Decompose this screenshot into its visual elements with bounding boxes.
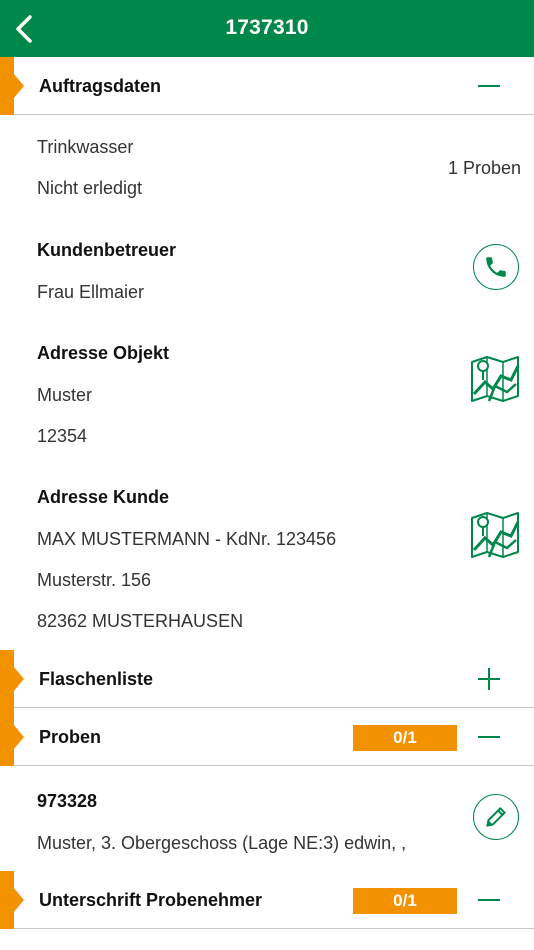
plus-icon bbox=[478, 668, 500, 690]
minus-icon bbox=[478, 85, 500, 87]
section-label-auftragsdaten: Auftragsdaten bbox=[39, 76, 162, 96]
kundenbetreuer-name: Frau Ellmaier bbox=[37, 282, 145, 302]
section-marker bbox=[0, 650, 24, 708]
minus-icon bbox=[478, 899, 500, 901]
section-header-proben[interactable]: Proben 0/1 bbox=[0, 708, 534, 766]
samples-count: 1 Proben bbox=[447, 158, 521, 178]
kundenbetreuer-label: Kundenbetreuer bbox=[37, 240, 177, 260]
collapse-button[interactable] bbox=[474, 723, 504, 751]
adresse-kunde-line1: MAX MUSTERMANN - KdNr. 123456 bbox=[37, 529, 337, 549]
minus-icon bbox=[478, 736, 500, 738]
progress-badge: 0/1 bbox=[353, 725, 457, 751]
section-label-unterschrift: Unterschrift Probenehmer bbox=[39, 890, 263, 910]
adresse-kunde-line3: 82362 MUSTERHAUSEN bbox=[37, 611, 244, 631]
sample-description: Muster, 3. Obergeschoss (Lage NE:3) edwi… bbox=[37, 833, 407, 853]
section-label-proben: Proben bbox=[39, 727, 102, 747]
collapse-button[interactable] bbox=[474, 886, 504, 914]
collapse-button[interactable] bbox=[474, 72, 504, 100]
section-marker bbox=[0, 871, 24, 929]
section-header-unterschrift[interactable]: Unterschrift Probenehmer 0/1 bbox=[0, 871, 534, 929]
map-icon bbox=[471, 512, 520, 558]
section-marker bbox=[0, 57, 24, 115]
adresse-objekt-line2: 12354 bbox=[37, 426, 88, 446]
map-icon bbox=[471, 356, 520, 402]
progress-badge: 0/1 bbox=[353, 888, 457, 914]
section-marker bbox=[0, 708, 24, 766]
pencil-icon bbox=[486, 807, 506, 827]
adresse-objekt-label: Adresse Objekt bbox=[37, 343, 170, 363]
order-status: Nicht erledigt bbox=[37, 178, 143, 198]
edit-sample-button[interactable] bbox=[473, 794, 519, 840]
section-header-flaschenliste[interactable]: Flaschenliste bbox=[0, 650, 534, 708]
expand-button[interactable] bbox=[474, 665, 504, 693]
phone-icon bbox=[486, 257, 506, 277]
adresse-kunde-line2: Musterstr. 156 bbox=[37, 570, 152, 590]
adresse-kunde-label: Adresse Kunde bbox=[37, 487, 170, 507]
map-button-kunde[interactable] bbox=[471, 512, 520, 558]
top-bar: 1737310 bbox=[0, 0, 534, 57]
order-type: Trinkwasser bbox=[37, 137, 134, 157]
page-title: 1737310 bbox=[225, 16, 309, 39]
section-header-auftragsdaten[interactable]: Auftragsdaten bbox=[0, 57, 534, 115]
adresse-objekt-line1: Muster bbox=[37, 385, 93, 405]
sample-id: 973328 bbox=[37, 791, 98, 811]
call-button[interactable] bbox=[473, 244, 519, 290]
map-button-objekt[interactable] bbox=[471, 356, 520, 402]
section-label-flaschenliste: Flaschenliste bbox=[39, 669, 154, 689]
